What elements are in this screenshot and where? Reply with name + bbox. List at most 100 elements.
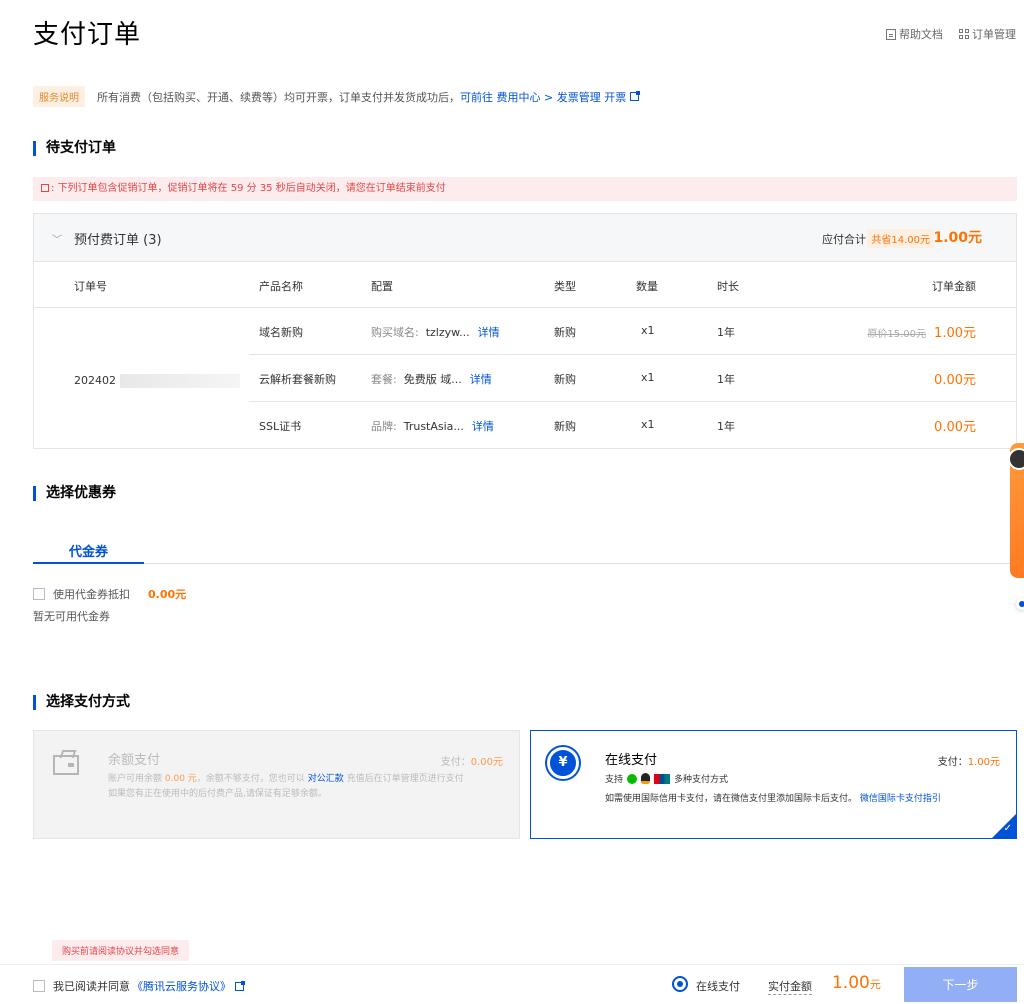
external-link-icon[interactable] [235, 980, 245, 991]
row-qty: x1 [641, 324, 655, 337]
original-price: 原价15.00元 [867, 329, 927, 340]
row-duration: 1年 [717, 420, 735, 433]
row-qty: x1 [641, 371, 655, 384]
intl-card-note-text: 如需使用国际信用卡支付，请在微信支付里添加国际卡后支付。 [605, 794, 858, 804]
payment-support: 支持 多种支付方式 [605, 772, 728, 785]
avatar[interactable] [1008, 448, 1024, 470]
row-amount: 0.00元 [934, 420, 976, 435]
row-product: SSL证书 [259, 420, 302, 433]
payment-section-title: 选择支付方式 [33, 695, 130, 710]
service-badge: 服务说明 [33, 86, 85, 107]
row-config: 品牌: TrustAsia... 详情 [371, 418, 494, 434]
row-product: 域名新购 [259, 326, 303, 339]
tab-voucher[interactable]: 代金券 [33, 541, 144, 564]
balance-available: 0.00 元 [164, 774, 197, 784]
config-label: 购买域名: [371, 326, 419, 339]
intl-card-note: 如需使用国际信用卡支付，请在微信支付里添加国际卡后支付。 微信国际卡支付指引 [605, 791, 941, 804]
detail-link[interactable]: 详情 [478, 326, 500, 339]
balance-desc-text: ，余额不够支付，您也可以 [196, 774, 305, 784]
col-config: 配置 [371, 280, 393, 293]
online-pay-value: 1.00元 [967, 757, 1000, 768]
order-manage-label: 订单管理 [972, 28, 1016, 41]
due-label: 应付合计 [822, 233, 866, 246]
help-doc-link[interactable]: 帮助文档 [886, 26, 943, 42]
bank-transfer-link[interactable]: 对公汇款 [308, 774, 344, 784]
row-type: 新购 [554, 373, 576, 386]
actual-amount-value: 1.00 [832, 973, 870, 993]
table-header: 订单号 产品名称 配置 类型 数量 时长 订单金额 [34, 262, 1016, 308]
balance-desc-text: 如果您有正在使用中的后付费产品,请保证有足够余额。 [108, 789, 327, 799]
row-amount-value: 1.00元 [934, 326, 976, 341]
col-product: 产品名称 [259, 280, 303, 293]
voucher-tabs: 代金券 [33, 541, 1017, 564]
page-title: 支付订单 [33, 20, 142, 50]
col-amount: 订单金额 [932, 280, 976, 293]
row-config: 套餐: 免费版 域... 详情 [371, 371, 492, 387]
config-value: TrustAsia... [403, 420, 464, 433]
next-step-button[interactable]: 下一步 [904, 967, 1017, 1002]
config-label: 品牌: [371, 420, 397, 433]
promo-notice-text: 下列订单包含促销订单，促销订单将在 59 分 35 秒后自动关闭，请您在订单结束… [57, 183, 446, 194]
no-voucher-text: 暂无可用代金券 [33, 610, 110, 623]
online-pay-radio[interactable] [672, 976, 688, 992]
promo-notice: : 下列订单包含促销订单，促销订单将在 59 分 35 秒后自动关闭，请您在订单… [33, 177, 1017, 201]
service-text: 所有消费（包括购买、开通、续费等）均可开票，订单支付并发货成功后， [97, 90, 460, 104]
support-prefix: 支持 [605, 775, 624, 785]
row-config: 购买域名: tzlzyw... 详情 [371, 324, 500, 340]
agreement-checkbox[interactable] [33, 980, 45, 992]
service-note: 服务说明 所有消费（包括购买、开通、续费等）均可开票，订单支付并发货成功后， 可… [33, 86, 641, 107]
order-group-title: 预付费订单 (3) [74, 233, 162, 248]
side-help-icon[interactable] [1016, 598, 1024, 610]
balance-payment-card[interactable]: 余额支付 支付：0.00元 账户可用余额 0.00 元，余额不够支付，您也可以 … [33, 730, 520, 839]
balance-description: 账户可用余额 0.00 元，余额不够支付，您也可以 对公汇款 充值后在订单管理页… [108, 772, 508, 802]
balance-pay-label: 支付： [440, 757, 471, 768]
order-manage-link[interactable]: 订单管理 [959, 26, 1016, 42]
pending-orders-title: 待支付订单 [33, 141, 116, 156]
online-payment-card[interactable]: ¥ 在线支付 支付：1.00元 支持 多种支付方式 如需使用国际信用卡支付，请在… [530, 730, 1017, 839]
balance-desc-text: 账户可用余额 [108, 774, 163, 784]
chevron-down-icon[interactable]: ﹀ [52, 231, 62, 246]
col-type: 类型 [554, 280, 576, 293]
help-doc-label: 帮助文档 [899, 28, 943, 41]
row-qty: x1 [641, 418, 655, 431]
balance-desc-text: 充值后在订单管理页进行支付 [346, 774, 464, 784]
row-amount: 原价15.00元 1.00元 [867, 322, 976, 341]
actual-amount: 1.00元 [832, 973, 881, 993]
agreement-row: 我已阅读并同意 《腾讯云服务协议》 [33, 978, 245, 994]
col-order-no: 订单号 [74, 280, 107, 293]
selected-pay-method: 在线支付 [696, 980, 740, 993]
table-row: SSL证书 品牌: TrustAsia... 详情 新购 x1 1年 0.00元 [249, 402, 1016, 449]
agreement-warning: 购买前请阅读协议并勾选同意 [52, 940, 190, 961]
config-label: 套餐: [371, 373, 397, 386]
online-pay-amount: 支付：1.00元 [938, 753, 1000, 768]
balance-pay-value: 0.00元 [470, 757, 503, 768]
actual-amount-label: 实付金额 [768, 980, 812, 995]
use-voucher-checkbox[interactable] [33, 588, 45, 600]
check-icon: ✓ [1003, 823, 1012, 834]
order-group-header[interactable]: ﹀ 预付费订单 (3) 应付合计 共省14.00元 1.00元 [34, 214, 1016, 262]
invoice-link[interactable]: 费用中心 > 发票管理 [497, 89, 601, 105]
row-product: 云解析套餐新购 [259, 373, 336, 386]
balance-payment-name: 余额支付 [108, 753, 161, 768]
detail-link[interactable]: 详情 [472, 420, 494, 433]
service-agreement-link[interactable]: 《腾讯云服务协议》 [132, 978, 231, 994]
wechat-pay-icon [627, 773, 638, 784]
yen-icon: ¥ [547, 747, 579, 779]
col-qty: 数量 [636, 280, 658, 293]
online-pay-label: 支付： [937, 757, 968, 768]
row-type: 新购 [554, 326, 576, 339]
service-link-prefix: 可前往 [460, 90, 493, 104]
unionpay-icon [654, 773, 671, 784]
col-duration: 时长 [717, 280, 739, 293]
voucher-amount: 0.00元 [148, 588, 187, 601]
use-voucher-row: 使用代金券抵扣 0.00元 [33, 586, 186, 602]
row-type: 新购 [554, 420, 576, 433]
table-row: 域名新购 购买域名: tzlzyw... 详情 新购 x1 1年 原价15.00元… [249, 308, 1016, 355]
external-link-icon [630, 91, 641, 101]
detail-link[interactable]: 详情 [470, 373, 492, 386]
invoice-action-link[interactable]: 开票 [604, 89, 626, 105]
order-group: ﹀ 预付费订单 (3) 应付合计 共省14.00元 1.00元 订单号 产品名称… [33, 213, 1017, 449]
use-voucher-label: 使用代金券抵扣 [53, 588, 130, 601]
intl-card-guide-link[interactable]: 微信国际卡支付指引 [860, 794, 941, 804]
row-amount: 0.00元 [934, 373, 976, 388]
